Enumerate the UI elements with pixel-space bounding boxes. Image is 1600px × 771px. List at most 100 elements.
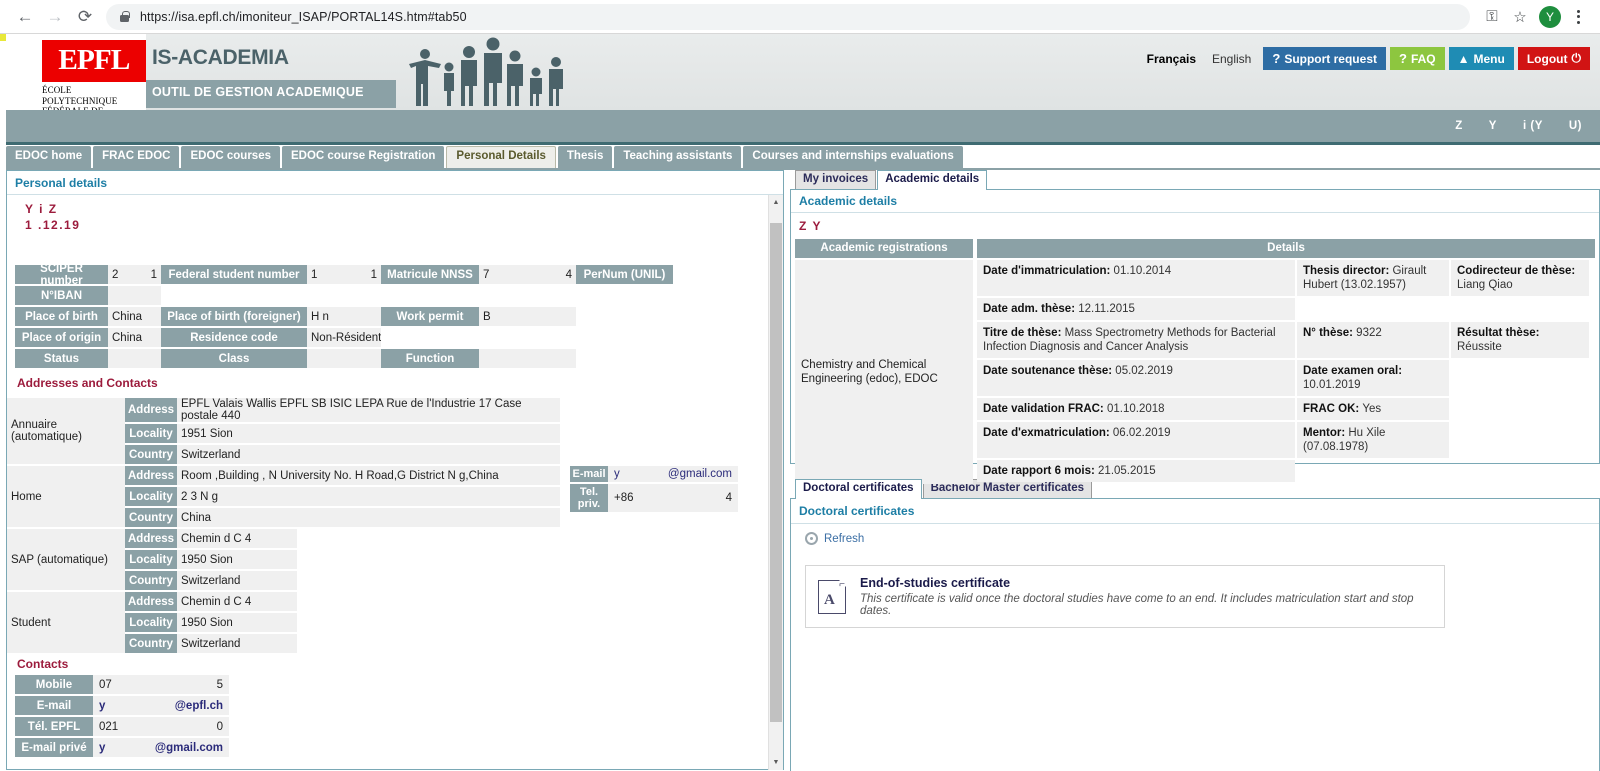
detail-cell: Date adm. thèse: 12.11.2015 bbox=[977, 298, 1295, 320]
col-header-details: Details bbox=[977, 239, 1595, 258]
kebab-menu-icon[interactable] bbox=[1566, 3, 1590, 31]
refresh-button[interactable]: Refresh bbox=[791, 524, 1599, 549]
main-tab-frac-edoc[interactable]: FRAC EDOC bbox=[93, 146, 180, 168]
logout-button[interactable]: Logout ⏻ bbox=[1517, 47, 1590, 70]
detail-cell: Date d'immatriculation: 01.10.2014 bbox=[977, 260, 1295, 296]
field-value[interactable]: H n bbox=[307, 307, 381, 326]
detail-label: Mentor: bbox=[1303, 427, 1349, 439]
address-line: Locality 1950 Sion bbox=[125, 613, 297, 632]
address-value[interactable]: Chemin d C 4 bbox=[177, 529, 297, 548]
field-value[interactable]: 11 bbox=[307, 265, 381, 284]
support-request-button[interactable]: ? Support request bbox=[1263, 47, 1386, 70]
address-line: Locality 1950 Sion bbox=[125, 550, 297, 569]
address-key-locality: Locality bbox=[125, 613, 177, 632]
address-value[interactable]: Switzerland bbox=[177, 445, 560, 464]
address-value[interactable]: 1951 Sion bbox=[177, 424, 560, 443]
field-value[interactable] bbox=[479, 349, 576, 368]
main-tab-courses-and-internships-evaluations[interactable]: Courses and internships evaluations bbox=[743, 146, 963, 168]
main-tab-edoc-course-registration[interactable]: EDOC course Registration bbox=[282, 146, 445, 168]
address-value[interactable]: Room ,Building , N University No. H Road… bbox=[177, 466, 560, 485]
student-name-block: Y i Z 1 .12.19 bbox=[7, 195, 783, 265]
contact-key: E-mail bbox=[570, 466, 608, 482]
scroll-down-icon[interactable]: ▼ bbox=[769, 755, 783, 770]
subtab-academic-details[interactable]: Academic details bbox=[877, 170, 988, 190]
contact-list-key: Mobile bbox=[15, 675, 93, 694]
field-value-left: 7 bbox=[483, 268, 490, 281]
field-label-class: Class bbox=[161, 349, 307, 368]
faq-button[interactable]: ? FAQ bbox=[1389, 47, 1445, 70]
field-value[interactable] bbox=[307, 349, 381, 368]
detail-row: Date rapport 6 mois: 21.05.2015 bbox=[977, 460, 1595, 482]
detail-value: 01.10.2018 bbox=[1106, 403, 1165, 415]
brand-block: IS-ACADEMIA OUTIL DE GESTION ACADEMIQUE bbox=[146, 34, 396, 110]
main-tab-teaching-assistants[interactable]: Teaching assistants bbox=[614, 146, 742, 168]
main-tab-edoc-home[interactable]: EDOC home bbox=[6, 146, 92, 168]
reload-icon[interactable]: ⟳ bbox=[70, 3, 100, 31]
contact-value[interactable]: +86 4 bbox=[608, 484, 738, 512]
epfl-logo[interactable]: EPFL ÉCOLE POLYTECHNIQUE FÉDÉRALE DE LAU… bbox=[6, 34, 146, 110]
forward-arrow-icon[interactable]: → bbox=[40, 3, 70, 31]
key-icon[interactable]: ⚿ bbox=[1478, 3, 1506, 31]
address-value[interactable]: 1950 Sion bbox=[177, 613, 297, 632]
field-value[interactable]: B bbox=[479, 307, 576, 326]
detail-cell: Thesis director: Girault Hubert (13.02.1… bbox=[1297, 260, 1449, 296]
contact-list-value[interactable]: 021 0 bbox=[93, 717, 229, 736]
lock-icon bbox=[118, 10, 131, 23]
field-value[interactable] bbox=[108, 286, 161, 305]
contact-list-value[interactable]: y @epfl.ch bbox=[93, 696, 229, 715]
detail-cell: Titre de thèse: Mass Spectrometry Method… bbox=[977, 322, 1295, 358]
browser-toolbar: ← → ⟳ https://isa.epfl.ch/imoniteur_ISAP… bbox=[0, 0, 1600, 34]
field-value[interactable]: China bbox=[108, 307, 161, 326]
field-value[interactable]: China bbox=[108, 328, 161, 347]
main-tab-personal-details[interactable]: Personal Details bbox=[446, 146, 556, 168]
field-value[interactable]: 21 bbox=[108, 265, 161, 284]
lang-fr-link[interactable]: Français bbox=[1139, 52, 1204, 66]
main-tab-thesis[interactable]: Thesis bbox=[557, 146, 613, 168]
address-value[interactable]: China bbox=[177, 508, 560, 527]
contact-value[interactable]: y @gmail.com bbox=[608, 466, 738, 482]
contact-list-value[interactable]: 07 5 bbox=[93, 675, 229, 694]
address-value[interactable]: EPFL Valais Wallis EPFL SB ISIC LEPA Rue… bbox=[177, 398, 560, 422]
left-column: Personal details Y i Z 1 .12.19 SCIPER n… bbox=[6, 170, 784, 771]
address-value[interactable]: Switzerland bbox=[177, 634, 297, 653]
field-value[interactable]: Non-Résident bbox=[307, 328, 381, 347]
scroll-thumb[interactable] bbox=[770, 223, 782, 722]
detail-value: 21.05.2015 bbox=[1098, 465, 1156, 477]
address-bar[interactable]: https://isa.epfl.ch/imoniteur_ISAP/PORTA… bbox=[106, 3, 1470, 30]
contact-list-value-right: 5 bbox=[216, 678, 223, 691]
address-value[interactable]: Switzerland bbox=[177, 571, 297, 590]
address-value[interactable]: 2 3 N g bbox=[177, 487, 560, 506]
star-icon[interactable]: ☆ bbox=[1506, 3, 1534, 31]
detail-cell bbox=[1297, 460, 1449, 482]
detail-cell: FRAC OK: Yes bbox=[1297, 398, 1449, 420]
address-value[interactable]: 1950 Sion bbox=[177, 550, 297, 569]
address-type-label: Student bbox=[7, 592, 125, 655]
address-fields: Address Room ,Building , N University No.… bbox=[125, 466, 560, 529]
field-label-status: Status bbox=[15, 349, 108, 368]
back-arrow-icon[interactable]: ← bbox=[10, 3, 40, 31]
subtab-my-invoices[interactable]: My invoices bbox=[795, 170, 877, 190]
refresh-icon bbox=[805, 532, 818, 545]
field-label-function: Function bbox=[381, 349, 479, 368]
menu-button[interactable]: ▲ Menu bbox=[1448, 47, 1514, 70]
detail-label: Codirecteur de thèse: bbox=[1457, 265, 1576, 277]
contact-list-value[interactable]: y @gmail.com bbox=[93, 738, 229, 757]
power-icon: ⏻ bbox=[1571, 51, 1582, 65]
field-value[interactable]: 74 bbox=[479, 265, 576, 284]
menu-label: Menu bbox=[1473, 51, 1505, 66]
detail-cell: Date rapport 6 mois: 21.05.2015 bbox=[977, 460, 1295, 482]
certificate-card[interactable]: A End-of-studies certificate This certific… bbox=[805, 565, 1445, 628]
field-value-left: H n bbox=[311, 310, 329, 323]
scroll-up-icon[interactable]: ▲ bbox=[769, 195, 783, 210]
avatar[interactable]: Y bbox=[1539, 5, 1561, 28]
addresses-table: Annuaire (automatique) Address EPFL Valais… bbox=[7, 398, 783, 655]
detail-value: 9322 bbox=[1356, 327, 1382, 339]
cert-subtab-doctoral-certificates[interactable]: Doctoral certificates bbox=[795, 479, 922, 499]
address-value[interactable]: Chemin d C 4 bbox=[177, 592, 297, 611]
lang-en-link[interactable]: English bbox=[1204, 52, 1259, 66]
field-value[interactable] bbox=[108, 349, 161, 368]
contact-list-value-left: y bbox=[99, 699, 106, 712]
left-panel-scrollbar[interactable]: ▲ ▼ bbox=[768, 195, 783, 770]
identity-field-grid: SCIPER number 2 1 Federal student number 1 1 M… bbox=[7, 263, 783, 368]
main-tab-edoc-courses[interactable]: EDOC courses bbox=[181, 146, 280, 168]
